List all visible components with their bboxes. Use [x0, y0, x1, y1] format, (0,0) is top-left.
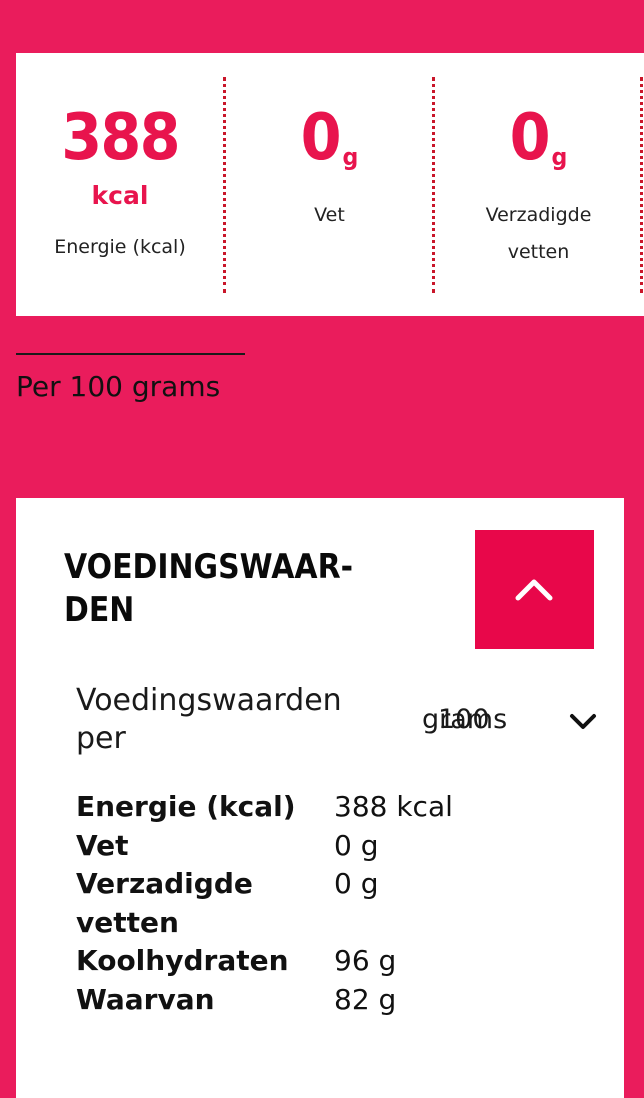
nutrient-name: Waarvan: [76, 982, 215, 1016]
panel-title: VOEDINGSWAAR-DEN: [64, 547, 354, 630]
saturated-unit: g: [551, 143, 568, 171]
energy-label: Energie (kcal): [54, 236, 186, 258]
fat-label: Vet: [314, 204, 345, 226]
nutrient-name: Energie (kcal): [76, 790, 296, 823]
table-row: Vet 0 g: [76, 827, 596, 866]
nutrient-value: 96 g: [334, 944, 397, 977]
table-row: Waarvan 82 g: [76, 981, 596, 1020]
saturated-value-wrap: 0g: [442, 101, 634, 194]
fat-value: 0: [300, 101, 342, 175]
table-row: Energie (kcal) 388 kcal: [76, 788, 596, 827]
dotted-divider: [640, 77, 643, 293]
energy-card: 388 kcal Energie (kcal): [16, 53, 224, 316]
energy-unit: kcal: [91, 181, 149, 210]
collapse-toggle-button[interactable]: [475, 530, 594, 649]
fat-card: 0g Vet: [225, 53, 434, 316]
nutrition-panel: VOEDINGSWAAR-DEN Voedingswaarden per 100…: [16, 498, 624, 1098]
fat-value-wrap: 0g: [233, 101, 425, 194]
nutrient-value: 0 g: [334, 867, 379, 900]
per-select-label: Voedingswaarden per: [76, 683, 342, 756]
nutrition-summary-cards: 388 kcal Energie (kcal) 0g Vet 0g Verzad…: [16, 53, 644, 316]
per-amount-text: Per 100 grams: [16, 370, 221, 403]
nutrient-value: 388 kcal: [334, 790, 453, 823]
nutrient-value: 82 g: [334, 982, 397, 1016]
nutrient-name: Verzadigde vetten: [76, 867, 253, 939]
nutrient-name: Koolhydraten: [76, 944, 289, 977]
fat-unit: g: [342, 143, 359, 171]
table-row: Koolhydraten 96 g: [76, 942, 596, 981]
portion-select-unit: grams: [422, 704, 508, 735]
saturated-fat-card: 0g Verzadigde vetten: [434, 53, 643, 316]
saturated-label: Verzadigde vetten: [485, 204, 592, 263]
nutrition-table: Energie (kcal) 388 kcal Vet 0 g Verzadig…: [76, 788, 596, 1019]
saturated-value: 0: [509, 101, 551, 175]
table-row: Verzadigde vetten 0 g: [76, 865, 596, 942]
chevron-up-icon: [515, 579, 553, 601]
per-divider: [16, 353, 245, 355]
portion-select[interactable]: 100 grams: [420, 694, 600, 750]
nutrient-value: 0 g: [334, 828, 379, 862]
energy-value: 388: [61, 101, 180, 175]
nutrient-name: Vet: [76, 828, 129, 862]
chevron-down-icon: [570, 714, 596, 729]
